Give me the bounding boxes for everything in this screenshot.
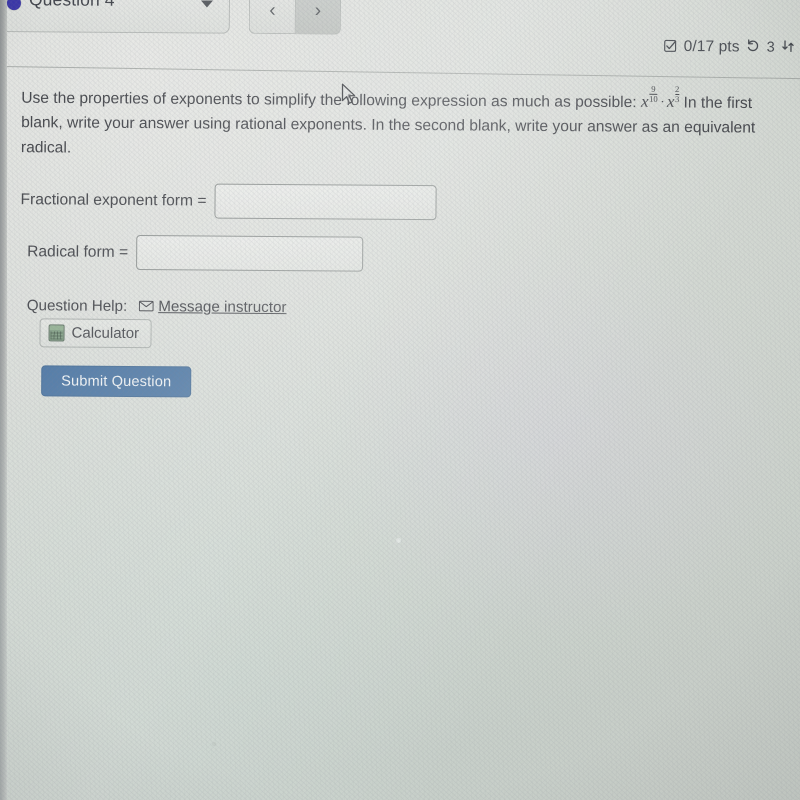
math-base-2: x xyxy=(666,92,675,112)
math-exponent-2: 23 xyxy=(674,83,680,105)
chevron-right-icon: › xyxy=(314,0,322,22)
submit-question-label: Submit Question xyxy=(61,372,172,390)
calculator-label: Calculator xyxy=(71,324,140,343)
points-text: 0/17 pts xyxy=(683,38,740,56)
quiz-question-ui: Question 4 ‹ › 0/17 pts xyxy=(0,0,800,800)
multiplication-dot: · xyxy=(660,94,664,110)
message-instructor-link[interactable]: Message instructor xyxy=(158,298,286,316)
chevron-left-icon: ‹ xyxy=(269,0,276,22)
question-help-row: Question Help: Message instructor xyxy=(27,297,287,316)
question-text-part-1: Use the properties of exponents to simpl… xyxy=(21,89,642,112)
radical-form-input[interactable] xyxy=(135,235,364,272)
chevron-down-icon[interactable] xyxy=(200,0,214,8)
question-selector-dropdown[interactable]: Question 4 xyxy=(0,0,231,34)
question-prompt: Use the properties of exponents to simpl… xyxy=(21,80,782,166)
attempts-count: 3 xyxy=(766,39,775,56)
envelope-icon xyxy=(139,300,155,314)
radical-form-label: Radical form = xyxy=(27,242,129,261)
calculator-icon xyxy=(48,324,65,342)
exchange-arrows-icon[interactable] xyxy=(781,39,796,58)
question-title: Question 4 xyxy=(29,0,115,11)
fractional-exponent-input[interactable] xyxy=(214,183,437,221)
dust-speck-secondary xyxy=(212,742,216,746)
question-help-label: Question Help: xyxy=(26,297,128,315)
radical-form-answer-row: Radical form = xyxy=(27,234,364,272)
question-status-bar: 0/17 pts 3 xyxy=(664,38,796,57)
calculator-button[interactable]: Calculator xyxy=(39,318,152,349)
checkbox-checked-icon xyxy=(664,38,678,56)
math-expression: x 9 10 · x 2 3 xyxy=(640,84,679,112)
previous-question-button[interactable]: ‹ xyxy=(248,0,296,35)
fractional-exponent-answer-row: Fractional exponent form = xyxy=(20,182,437,221)
dust-speck xyxy=(396,538,401,543)
header-divider xyxy=(1,66,800,80)
undo-arrow-icon[interactable] xyxy=(746,38,761,57)
math-base-1: x xyxy=(640,92,649,112)
submit-question-button[interactable]: Submit Question xyxy=(41,365,192,398)
photographed-screen: Question 4 ‹ › 0/17 pts xyxy=(0,0,800,800)
question-status-dot xyxy=(6,0,22,11)
next-question-button[interactable]: › xyxy=(294,0,342,35)
fractional-exponent-label: Fractional exponent form = xyxy=(20,190,207,210)
screen-left-edge xyxy=(0,0,7,800)
